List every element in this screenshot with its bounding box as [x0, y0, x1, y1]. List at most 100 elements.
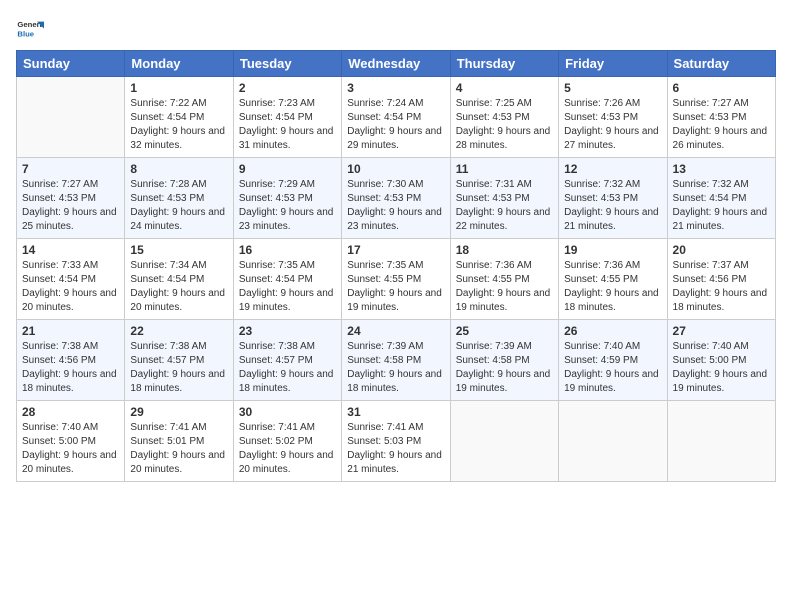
day-info: Sunrise: 7:29 AM Sunset: 4:53 PM Dayligh… — [239, 178, 336, 234]
calendar-cell: 9 Sunrise: 7:29 AM Sunset: 4:53 PM Daylig… — [233, 158, 341, 239]
calendar-table: SundayMondayTuesdayWednesdayThursdayFrid… — [16, 50, 776, 482]
calendar-header-row: SundayMondayTuesdayWednesdayThursdayFrid… — [17, 51, 776, 77]
column-header-tuesday: Tuesday — [233, 51, 341, 77]
day-info: Sunrise: 7:36 AM Sunset: 4:55 PM Dayligh… — [564, 259, 661, 315]
calendar-cell: 19 Sunrise: 7:36 AM Sunset: 4:55 PM Dayli… — [559, 239, 667, 320]
day-info: Sunrise: 7:34 AM Sunset: 4:54 PM Dayligh… — [130, 259, 227, 315]
calendar-cell: 23 Sunrise: 7:38 AM Sunset: 4:57 PM Dayli… — [233, 320, 341, 401]
calendar-cell — [17, 77, 125, 158]
column-header-sunday: Sunday — [17, 51, 125, 77]
day-info: Sunrise: 7:31 AM Sunset: 4:53 PM Dayligh… — [456, 178, 553, 234]
calendar-cell: 2Sunrise: 7:23 AM Sunset: 4:54 PM Daylig… — [233, 77, 341, 158]
column-header-wednesday: Wednesday — [342, 51, 450, 77]
calendar-cell: 3 Sunrise: 7:24 AM Sunset: 4:54 PM Daylig… — [342, 77, 450, 158]
day-number: 24 — [347, 324, 444, 338]
day-number: 27 — [673, 324, 770, 338]
calendar-cell: 27Sunrise: 7:40 AM Sunset: 5:00 PM Dayli… — [667, 320, 775, 401]
day-info: Sunrise: 7:26 AM Sunset: 4:53 PM Dayligh… — [564, 97, 661, 153]
column-header-friday: Friday — [559, 51, 667, 77]
calendar-cell: 17 Sunrise: 7:35 AM Sunset: 4:55 PM Dayli… — [342, 239, 450, 320]
column-header-saturday: Saturday — [667, 51, 775, 77]
calendar-cell: 24 Sunrise: 7:39 AM Sunset: 4:58 PM Dayli… — [342, 320, 450, 401]
day-info: Sunrise: 7:41 AM Sunset: 5:02 PM Dayligh… — [239, 421, 336, 477]
day-info: Sunrise: 7:37 AM Sunset: 4:56 PM Dayligh… — [673, 259, 770, 315]
day-info: Sunrise: 7:23 AM Sunset: 4:54 PM Dayligh… — [239, 97, 336, 153]
day-info: Sunrise: 7:27 AM Sunset: 4:53 PM Dayligh… — [673, 97, 770, 153]
day-info: Sunrise: 7:35 AM Sunset: 4:54 PM Dayligh… — [239, 259, 336, 315]
page-header: General Blue — [16, 16, 776, 44]
calendar-cell: 14 Sunrise: 7:33 AM Sunset: 4:54 PM Dayli… — [17, 239, 125, 320]
calendar-cell: 7 Sunrise: 7:27 AM Sunset: 4:53 PM Daylig… — [17, 158, 125, 239]
calendar-cell: 4Sunrise: 7:25 AM Sunset: 4:53 PM Daylig… — [450, 77, 558, 158]
day-info: Sunrise: 7:35 AM Sunset: 4:55 PM Dayligh… — [347, 259, 444, 315]
day-number: 15 — [130, 243, 227, 257]
day-info: Sunrise: 7:30 AM Sunset: 4:53 PM Dayligh… — [347, 178, 444, 234]
logo: General Blue — [16, 16, 44, 44]
day-info: Sunrise: 7:39 AM Sunset: 4:58 PM Dayligh… — [456, 340, 553, 396]
calendar-cell: 12Sunrise: 7:32 AM Sunset: 4:53 PM Dayli… — [559, 158, 667, 239]
calendar-cell: 15 Sunrise: 7:34 AM Sunset: 4:54 PM Dayli… — [125, 239, 233, 320]
day-info: Sunrise: 7:25 AM Sunset: 4:53 PM Dayligh… — [456, 97, 553, 153]
day-number: 8 — [130, 162, 227, 176]
day-number: 19 — [564, 243, 661, 257]
calendar-cell: 26 Sunrise: 7:40 AM Sunset: 4:59 PM Dayli… — [559, 320, 667, 401]
calendar-cell: 29Sunrise: 7:41 AM Sunset: 5:01 PM Dayli… — [125, 401, 233, 482]
column-header-monday: Monday — [125, 51, 233, 77]
day-info: Sunrise: 7:38 AM Sunset: 4:56 PM Dayligh… — [22, 340, 119, 396]
day-number: 17 — [347, 243, 444, 257]
day-number: 14 — [22, 243, 119, 257]
calendar-cell: 16 Sunrise: 7:35 AM Sunset: 4:54 PM Dayli… — [233, 239, 341, 320]
calendar-cell: 28Sunrise: 7:40 AM Sunset: 5:00 PM Dayli… — [17, 401, 125, 482]
day-number: 31 — [347, 405, 444, 419]
day-number: 10 — [347, 162, 444, 176]
day-number: 23 — [239, 324, 336, 338]
calendar-cell: 18Sunrise: 7:36 AM Sunset: 4:55 PM Dayli… — [450, 239, 558, 320]
day-number: 25 — [456, 324, 553, 338]
calendar-cell: 11 Sunrise: 7:31 AM Sunset: 4:53 PM Dayli… — [450, 158, 558, 239]
day-info: Sunrise: 7:36 AM Sunset: 4:55 PM Dayligh… — [456, 259, 553, 315]
day-number: 5 — [564, 81, 661, 95]
day-number: 9 — [239, 162, 336, 176]
day-number: 1 — [130, 81, 227, 95]
calendar-cell: 25 Sunrise: 7:39 AM Sunset: 4:58 PM Dayli… — [450, 320, 558, 401]
logo-icon: General Blue — [16, 16, 44, 44]
calendar-cell: 22 Sunrise: 7:38 AM Sunset: 4:57 PM Dayli… — [125, 320, 233, 401]
calendar-cell: 5 Sunrise: 7:26 AM Sunset: 4:53 PM Daylig… — [559, 77, 667, 158]
calendar-cell: 21 Sunrise: 7:38 AM Sunset: 4:56 PM Dayli… — [17, 320, 125, 401]
day-info: Sunrise: 7:38 AM Sunset: 4:57 PM Dayligh… — [130, 340, 227, 396]
calendar-week-row: 21 Sunrise: 7:38 AM Sunset: 4:56 PM Dayli… — [17, 320, 776, 401]
calendar-cell: 6 Sunrise: 7:27 AM Sunset: 4:53 PM Daylig… — [667, 77, 775, 158]
calendar-week-row: 14 Sunrise: 7:33 AM Sunset: 4:54 PM Dayli… — [17, 239, 776, 320]
svg-text:General: General — [17, 20, 44, 29]
calendar-cell: 20 Sunrise: 7:37 AM Sunset: 4:56 PM Dayli… — [667, 239, 775, 320]
calendar-cell: 30Sunrise: 7:41 AM Sunset: 5:02 PM Dayli… — [233, 401, 341, 482]
day-number: 6 — [673, 81, 770, 95]
day-info: Sunrise: 7:24 AM Sunset: 4:54 PM Dayligh… — [347, 97, 444, 153]
calendar-cell: 13 Sunrise: 7:32 AM Sunset: 4:54 PM Dayli… — [667, 158, 775, 239]
svg-text:Blue: Blue — [17, 29, 34, 38]
column-header-thursday: Thursday — [450, 51, 558, 77]
day-number: 29 — [130, 405, 227, 419]
day-info: Sunrise: 7:33 AM Sunset: 4:54 PM Dayligh… — [22, 259, 119, 315]
day-number: 16 — [239, 243, 336, 257]
calendar-cell — [559, 401, 667, 482]
day-info: Sunrise: 7:27 AM Sunset: 4:53 PM Dayligh… — [22, 178, 119, 234]
day-info: Sunrise: 7:32 AM Sunset: 4:53 PM Dayligh… — [564, 178, 661, 234]
day-number: 7 — [22, 162, 119, 176]
day-info: Sunrise: 7:22 AM Sunset: 4:54 PM Dayligh… — [130, 97, 227, 153]
day-info: Sunrise: 7:38 AM Sunset: 4:57 PM Dayligh… — [239, 340, 336, 396]
day-number: 3 — [347, 81, 444, 95]
day-number: 21 — [22, 324, 119, 338]
day-number: 20 — [673, 243, 770, 257]
day-info: Sunrise: 7:39 AM Sunset: 4:58 PM Dayligh… — [347, 340, 444, 396]
day-info: Sunrise: 7:41 AM Sunset: 5:03 PM Dayligh… — [347, 421, 444, 477]
day-info: Sunrise: 7:28 AM Sunset: 4:53 PM Dayligh… — [130, 178, 227, 234]
day-info: Sunrise: 7:32 AM Sunset: 4:54 PM Dayligh… — [673, 178, 770, 234]
day-info: Sunrise: 7:40 AM Sunset: 4:59 PM Dayligh… — [564, 340, 661, 396]
day-number: 13 — [673, 162, 770, 176]
day-number: 22 — [130, 324, 227, 338]
day-number: 26 — [564, 324, 661, 338]
calendar-cell: 8 Sunrise: 7:28 AM Sunset: 4:53 PM Daylig… — [125, 158, 233, 239]
day-number: 11 — [456, 162, 553, 176]
calendar-cell: 31 Sunrise: 7:41 AM Sunset: 5:03 PM Dayli… — [342, 401, 450, 482]
